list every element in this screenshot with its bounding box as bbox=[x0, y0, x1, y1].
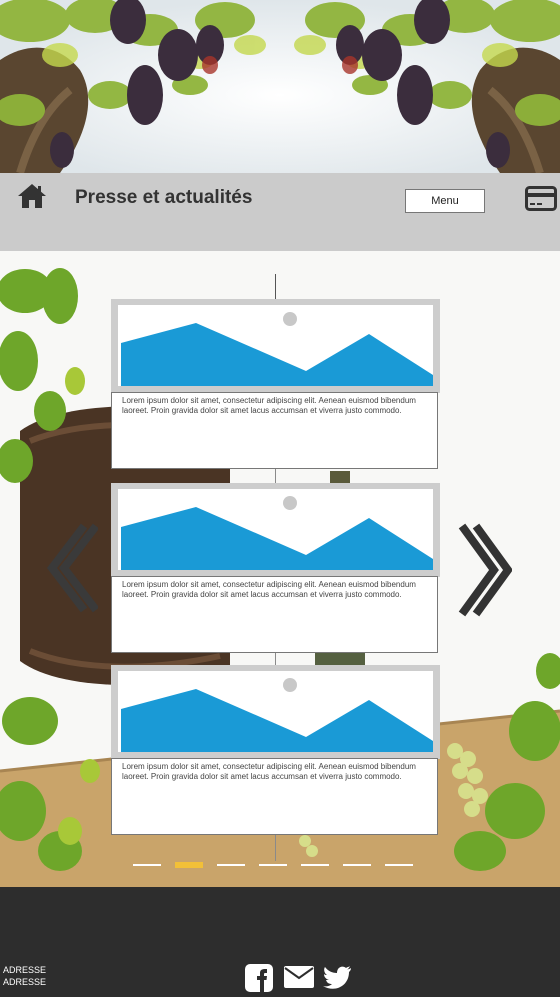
image-placeholder bbox=[111, 483, 440, 577]
top-header: Presse et actualités Menu bbox=[0, 173, 560, 251]
address-line: ADRESSE bbox=[3, 977, 47, 987]
slider-dot[interactable] bbox=[385, 864, 413, 866]
image-placeholder bbox=[111, 299, 440, 393]
twitter-icon[interactable] bbox=[322, 964, 352, 992]
mail-icon[interactable] bbox=[284, 964, 314, 992]
footer: ADRESSE ADRESSE bbox=[0, 887, 560, 992]
chevron-left-icon[interactable] bbox=[44, 523, 100, 618]
address-line: ADRESSE bbox=[3, 965, 47, 975]
chevron-right-icon[interactable] bbox=[458, 523, 513, 623]
facebook-icon[interactable] bbox=[245, 964, 275, 992]
news-slider: Lorem ipsum dolor sit amet, consectetur … bbox=[0, 251, 560, 887]
slider-dot-active[interactable] bbox=[175, 862, 203, 868]
slider-dot[interactable] bbox=[259, 864, 287, 866]
page-title: Presse et actualités bbox=[75, 187, 253, 208]
slider-dot[interactable] bbox=[217, 864, 245, 866]
slider-dot[interactable] bbox=[343, 864, 371, 866]
hero-banner-image bbox=[0, 0, 560, 173]
news-card-text: Lorem ipsum dolor sit amet, consectetur … bbox=[111, 392, 438, 469]
address-block: ADRESSE ADRESSE bbox=[3, 964, 46, 988]
image-placeholder bbox=[111, 665, 440, 759]
slider-dot[interactable] bbox=[301, 864, 329, 866]
slider-connector-line bbox=[275, 274, 276, 302]
credit-card-icon[interactable] bbox=[525, 186, 557, 212]
news-card-text: Lorem ipsum dolor sit amet, consectetur … bbox=[111, 576, 438, 653]
news-card-text: Lorem ipsum dolor sit amet, consectetur … bbox=[111, 758, 438, 835]
menu-button[interactable]: Menu bbox=[405, 189, 485, 213]
home-icon[interactable] bbox=[17, 183, 47, 209]
slider-dot[interactable] bbox=[133, 864, 161, 866]
